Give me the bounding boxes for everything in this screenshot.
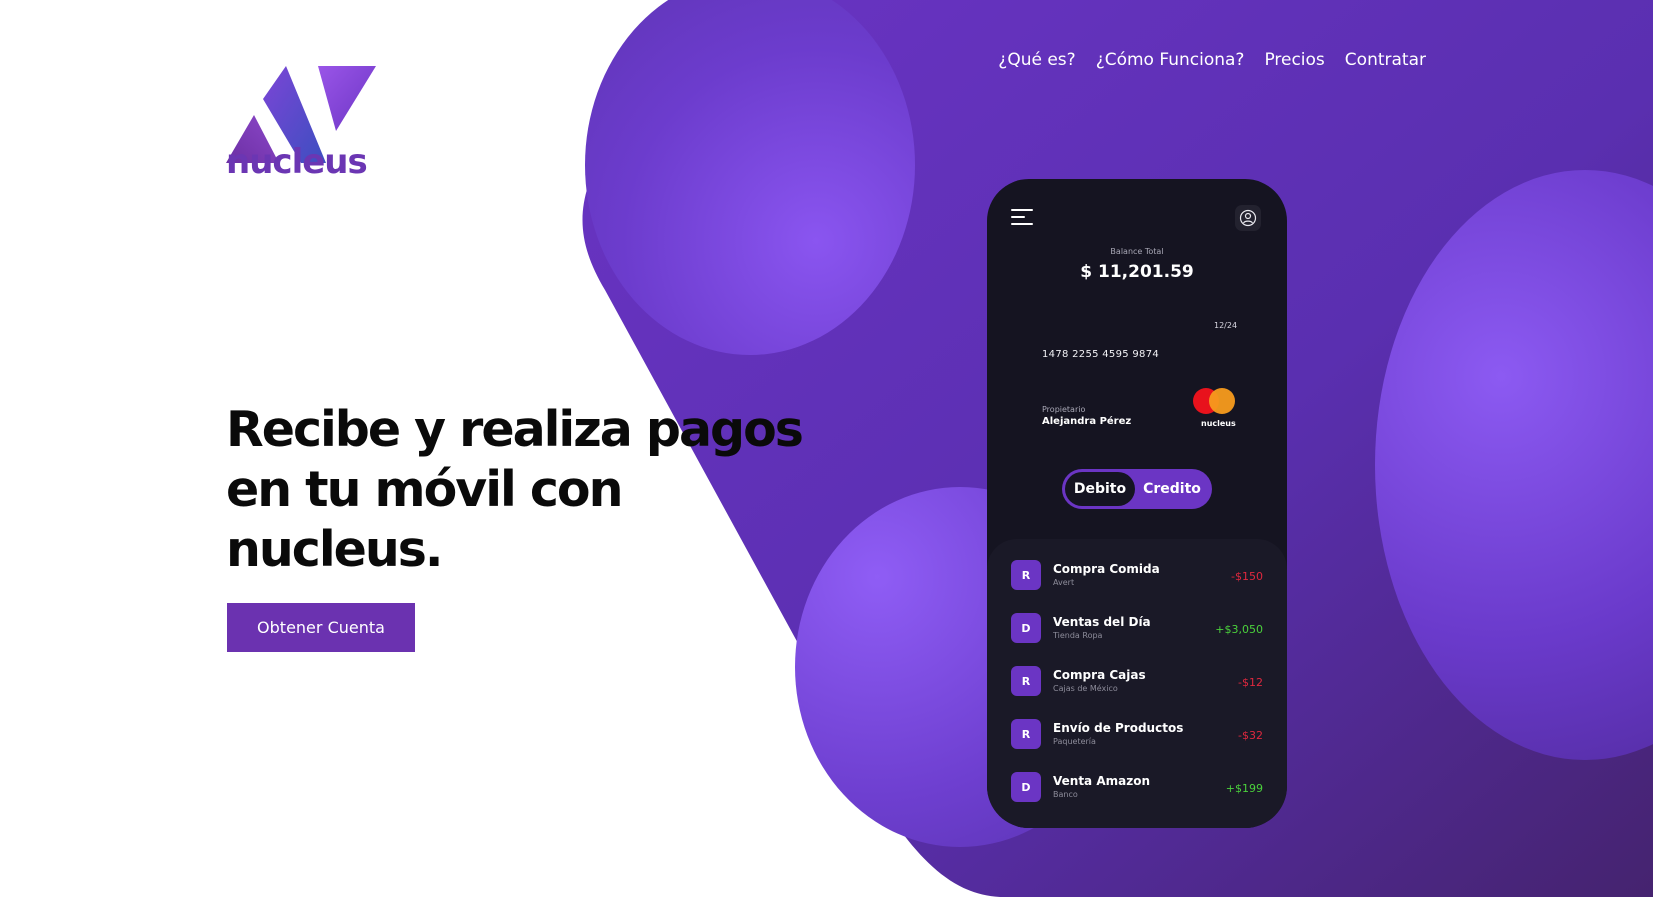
transaction-amount: +$199 xyxy=(1225,782,1263,795)
card-expiry: 12/24 xyxy=(1214,321,1238,330)
transaction-subtitle: Paquetería xyxy=(1053,737,1096,746)
nav-item-que-es[interactable]: ¿Qué es? xyxy=(998,50,1075,70)
toggle-debit[interactable]: Debito xyxy=(1065,472,1135,506)
nav-item-contratar[interactable]: Contratar xyxy=(1345,50,1426,70)
transaction-subtitle: Banco xyxy=(1053,790,1078,799)
transaction-title: Envío de Productos xyxy=(1053,721,1184,735)
transaction-avatar: R xyxy=(1011,719,1041,749)
hero-title: Recibe y realiza pagos en tu móvil con n… xyxy=(226,400,846,580)
transaction-avatar: R xyxy=(1011,666,1041,696)
user-icon[interactable] xyxy=(1235,205,1261,231)
transaction-row[interactable]: D Venta Amazon Banco +$199 xyxy=(1011,766,1263,806)
phone-mockup: Balance Total $ 11,201.59 12/24 1478 225… xyxy=(987,179,1287,828)
transaction-title: Compra Comida xyxy=(1053,562,1160,576)
get-account-button[interactable]: Obtener Cuenta xyxy=(227,603,415,652)
transaction-subtitle: Tienda Ropa xyxy=(1053,631,1103,640)
menu-icon[interactable] xyxy=(1011,207,1033,227)
transaction-amount: -$32 xyxy=(1238,729,1263,742)
balance-value: $ 11,201.59 xyxy=(1080,262,1194,282)
transaction-title: Venta Amazon xyxy=(1053,774,1150,788)
transaction-title: Ventas del Día xyxy=(1053,615,1151,629)
card-brand: nucleus xyxy=(1201,419,1236,428)
brand-name: nucleus xyxy=(226,142,368,182)
nav-item-como-funciona[interactable]: ¿Cómo Funciona? xyxy=(1096,50,1245,70)
transaction-subtitle: Cajas de México xyxy=(1053,684,1118,693)
transaction-avatar: D xyxy=(1011,613,1041,643)
transaction-row[interactable]: R Envío de Productos Paquetería -$32 xyxy=(1011,713,1263,753)
transaction-avatar: D xyxy=(1011,772,1041,802)
transaction-amount: -$12 xyxy=(1238,676,1263,689)
transaction-row[interactable]: R Compra Cajas Cajas de México -$12 xyxy=(1011,660,1263,700)
nav-item-precios[interactable]: Precios xyxy=(1264,50,1324,70)
transaction-amount: -$150 xyxy=(1231,570,1263,583)
mastercard-logo-icon xyxy=(1193,388,1239,416)
card-owner-label: Propietario xyxy=(1042,405,1086,414)
transactions-list: R Compra Comida Avert -$150 D Ventas del… xyxy=(987,539,1287,828)
debit-credit-toggle: Debito Credito xyxy=(1062,469,1212,509)
hero-title-line: Recibe y realiza pagos xyxy=(226,401,804,458)
main-nav: ¿Qué es? ¿Cómo Funciona? Precios Contrat… xyxy=(998,50,1426,70)
card-number: 1478 2255 4595 9874 xyxy=(1042,349,1160,360)
balance-label: Balance Total xyxy=(1110,247,1164,256)
transaction-amount: +$3,050 xyxy=(1215,623,1263,636)
transaction-avatar: R xyxy=(1011,560,1041,590)
transaction-subtitle: Avert xyxy=(1053,578,1075,587)
hero-title-line: nucleus. xyxy=(226,521,444,578)
card-owner-name: Alejandra Pérez xyxy=(1042,416,1132,427)
toggle-credit[interactable]: Credito xyxy=(1135,472,1209,506)
transaction-row[interactable]: D Ventas del Día Tienda Ropa +$3,050 xyxy=(1011,607,1263,647)
transaction-row[interactable]: R Compra Comida Avert -$150 xyxy=(1011,554,1263,594)
hero-title-line: en tu móvil con xyxy=(226,461,623,518)
transaction-title: Compra Cajas xyxy=(1053,668,1146,682)
